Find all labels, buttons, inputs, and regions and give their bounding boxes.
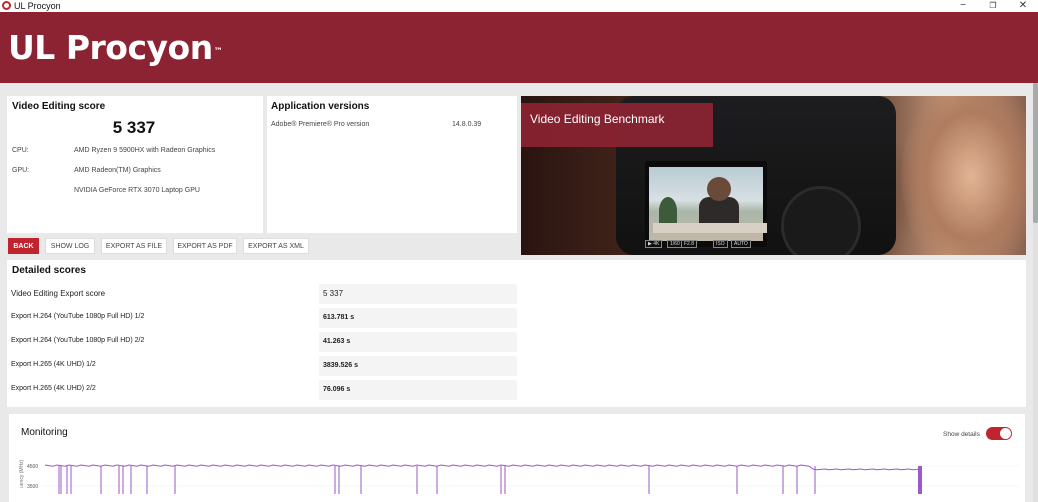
page-scrollbar[interactable] bbox=[1033, 83, 1038, 502]
window-title: UL Procyon bbox=[14, 1, 61, 11]
show-log-button[interactable]: SHOW LOG bbox=[45, 238, 95, 254]
frequency-line bbox=[44, 464, 922, 471]
monitoring-title: Monitoring bbox=[21, 427, 68, 438]
trademark: ™ bbox=[213, 47, 223, 57]
show-details-toggle[interactable] bbox=[986, 427, 1012, 440]
app-versions-title: Application versions bbox=[271, 101, 370, 112]
screen-tag: F2.8 bbox=[681, 240, 698, 248]
window-titlebar: UL Procyon − ❐ ✕ bbox=[0, 0, 1038, 12]
app-version: 14.8.0.39 bbox=[452, 121, 482, 128]
person-icon bbox=[707, 177, 731, 201]
score-panel: Video Editing score 5 337 CPU: AMD Ryzen… bbox=[7, 96, 263, 233]
score-row: Export H.264 (YouTube 1080p Full HD) 1/2… bbox=[7, 308, 517, 328]
cpu-value: AMD Ryzen 9 5900HX with Radeon Graphics bbox=[74, 147, 216, 154]
y-tick: 3500 bbox=[27, 484, 38, 490]
gpu-value-1: AMD Radeon(TM) Graphics bbox=[74, 167, 161, 174]
show-details-label: Show details bbox=[943, 431, 980, 438]
benchmark-hero-image: ▶ 4K 1/60 F2.8 ISO AUTO Video Editing Be… bbox=[521, 96, 1026, 255]
app-versions-panel: Application versions Adobe® Premiere® Pr… bbox=[267, 96, 517, 233]
screen-tag: AUTO bbox=[731, 240, 751, 248]
screen-tag: ISO bbox=[713, 240, 728, 248]
score-row-value: 76.096 s bbox=[319, 380, 517, 400]
monitoring-chart: uency (MHz) 4500 3500 bbox=[19, 459, 1019, 494]
maximize-icon[interactable]: ❐ bbox=[978, 0, 1008, 12]
brand-name: UL Procyon bbox=[8, 28, 213, 67]
detailed-scores-title: Detailed scores bbox=[12, 265, 86, 276]
frequency-series bbox=[44, 464, 922, 494]
score-row-label: Video Editing Export score bbox=[11, 289, 106, 298]
score-row: Export H.265 (4K UHD) 1/2 3839.526 s bbox=[7, 356, 517, 376]
gpu-value-2: NVIDIA GeForce RTX 3070 Laptop GPU bbox=[74, 187, 200, 194]
background-person-blur bbox=[901, 96, 1026, 255]
app-header: UL Procyon™ bbox=[0, 12, 1038, 83]
export-xml-button[interactable]: EXPORT AS XML bbox=[243, 238, 309, 254]
overall-score: 5 337 bbox=[112, 118, 156, 137]
plant-icon bbox=[659, 197, 677, 225]
app-logo-icon bbox=[2, 1, 11, 10]
app-name: Adobe® Premiere® Pro version bbox=[271, 121, 370, 128]
export-file-button[interactable]: EXPORT AS FILE bbox=[101, 238, 167, 254]
score-row-label: Export H.265 (4K UHD) 1/2 bbox=[11, 361, 96, 368]
export-pdf-button[interactable]: EXPORT AS PDF bbox=[173, 238, 237, 254]
hero-label: Video Editing Benchmark bbox=[530, 112, 665, 126]
score-row-value: 3839.526 s bbox=[319, 356, 517, 376]
brand-logo: UL Procyon™ bbox=[8, 28, 223, 68]
score-row: Export H.265 (4K UHD) 2/2 76.096 s bbox=[7, 380, 517, 400]
y-tick: 4500 bbox=[27, 464, 38, 470]
score-row-value: 41.263 s bbox=[319, 332, 517, 352]
score-row-label: Export H.265 (4K UHD) 2/2 bbox=[11, 385, 96, 392]
minimize-icon[interactable]: − bbox=[948, 0, 978, 12]
gpu-label: GPU: bbox=[12, 167, 30, 174]
back-button[interactable]: BACK bbox=[8, 238, 39, 254]
close-icon[interactable]: ✕ bbox=[1008, 0, 1038, 12]
score-row-value: 5 337 bbox=[319, 284, 517, 304]
scrollbar-thumb[interactable] bbox=[1033, 83, 1038, 223]
score-row: Video Editing Export score 5 337 bbox=[7, 284, 517, 304]
score-row-label: Export H.264 (YouTube 1080p Full HD) 2/2 bbox=[11, 337, 145, 344]
score-row: Export H.264 (YouTube 1080p Full HD) 2/2… bbox=[7, 332, 517, 352]
cpu-label: CPU: bbox=[12, 147, 29, 154]
score-panel-title: Video Editing score bbox=[12, 101, 106, 112]
score-row-label: Export H.264 (YouTube 1080p Full HD) 1/2 bbox=[11, 313, 145, 320]
camera-screen bbox=[645, 161, 767, 247]
y-axis-label: uency (MHz) bbox=[19, 459, 25, 488]
screen-tag: ▶ 4K bbox=[645, 240, 663, 248]
score-row-value: 613.781 s bbox=[319, 308, 517, 328]
